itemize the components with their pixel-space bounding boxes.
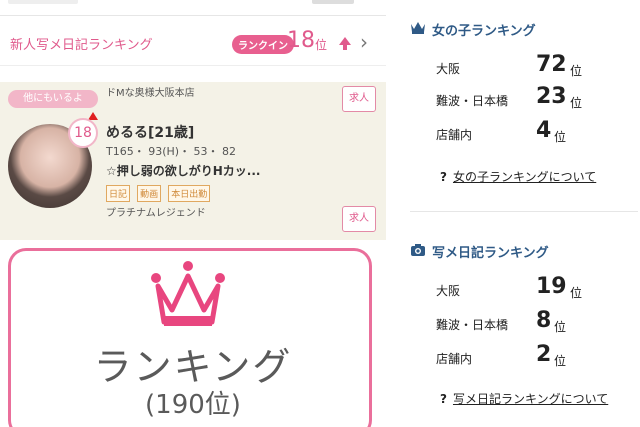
section-title: 女の子ランキング (432, 24, 536, 39)
ranking-row-label: 新人写メ日記ランキング (10, 38, 153, 53)
crown-icon (151, 261, 225, 326)
section-title: 写メ日記ランキング (432, 246, 549, 261)
photo-diary-ranking-section: 写メ日記ランキング 大阪 19 位 難波・日本橋 8 位 店舗内 2 位 ? 写メ… (400, 240, 640, 406)
avatar-rank-badge: 18 (68, 118, 98, 148)
rank-label: 大阪 (436, 284, 461, 298)
rank-unit: 位 (554, 320, 567, 334)
girl-card[interactable]: ドMな奥様大阪本店 他にもいるよ 求人 18 めるる[21歳] T165・ 93… (0, 82, 386, 240)
cropped-text (8, 0, 78, 4)
about-link[interactable]: 女の子ランキングについて (453, 170, 596, 184)
girl-name[interactable]: めるる[21歳] (106, 122, 194, 142)
rank-value: 23 (536, 84, 567, 109)
left-panel: 新人写メ日記ランキング ランクイン 18 位 › ドMな奥様大阪本店 他にもいる… (0, 0, 386, 427)
recruit-button[interactable]: 求人 (342, 206, 376, 232)
rank-number: 18 (287, 28, 315, 53)
right-panel: 女の子ランキング 大阪 72 位 難波・日本橋 23 位 店舗内 4 位 ? 女の… (400, 0, 640, 427)
girl-comment: ☆押し弱の欲しがりHカッ... (106, 164, 261, 178)
others-button[interactable]: 他にもいるよ (8, 90, 98, 108)
crown-icon (411, 22, 425, 34)
rank-row-store: 店舗内 4 位 (436, 118, 636, 144)
rank-label: 店舗内 (436, 352, 473, 366)
about-link[interactable]: 写メ日記ランキングについて (453, 392, 608, 406)
rank-label: 店舗内 (436, 128, 473, 142)
rank-unit: 位 (554, 130, 567, 144)
rank-value: 72 (536, 52, 567, 77)
question-icon: ? (440, 392, 447, 406)
question-icon: ? (440, 170, 447, 184)
rank-label: 難波・日本橋 (436, 94, 509, 108)
rank-row-osaka: 大阪 72 位 (436, 52, 636, 78)
tag-video: 動画 (137, 185, 162, 202)
rank-row-namba: 難波・日本橋 8 位 (436, 308, 636, 334)
rank-row-namba: 難波・日本橋 23 位 (436, 84, 636, 110)
rank-unit: 位 (570, 64, 583, 78)
girl-ranking-section: 女の子ランキング 大阪 72 位 難波・日本橋 23 位 店舗内 4 位 ? 女の… (400, 18, 640, 184)
top-strip (0, 0, 386, 16)
tag-diary: 日記 (106, 185, 131, 202)
rank-value: 8 (536, 308, 552, 333)
banner-subtitle: (190位) (145, 390, 241, 420)
rank-label: 難波・日本橋 (436, 318, 509, 332)
rank-in-badge: ランクイン (232, 35, 294, 54)
chevron-right-icon[interactable]: › (360, 30, 368, 54)
rank-unit: 位 (315, 38, 328, 52)
rank-value: 4 (536, 118, 552, 143)
cropped-text (312, 0, 354, 4)
rank-title: プラチナムレジェンド (106, 208, 206, 219)
section-header: 写メ日記ランキング (400, 240, 640, 264)
rank-unit: 位 (570, 96, 583, 110)
rank-value: 2 (536, 342, 552, 367)
arrow-up-icon (339, 37, 351, 50)
camera-icon (411, 244, 425, 256)
section-header: 女の子ランキング (400, 18, 640, 42)
divider (410, 211, 638, 212)
rank-label: 大阪 (436, 62, 461, 76)
rank-unit: 位 (570, 286, 583, 300)
rank-row-store: 店舗内 2 位 (436, 342, 636, 368)
about-photo-diary-ranking[interactable]: ? 写メ日記ランキングについて (440, 390, 608, 407)
recruit-button[interactable]: 求人 (342, 86, 376, 112)
girl-stats: T165・ 93(H)・ 53・ 82 (106, 145, 237, 158)
rank-value: 19 (536, 274, 567, 299)
ranking-banner[interactable]: ランキング (190位) (0, 246, 386, 427)
new-diary-ranking-row[interactable]: 新人写メ日記ランキング ランクイン 18 位 › (0, 20, 386, 66)
tag-today: 本日出勤 (168, 185, 211, 202)
rank-unit: 位 (554, 354, 567, 368)
tag-list: 日記 動画 本日出勤 (106, 182, 212, 202)
banner-title: ランキング (93, 345, 293, 389)
rank-row-osaka: 大阪 19 位 (436, 274, 636, 300)
shop-name: ドMな奥様大阪本店 (106, 88, 195, 99)
about-girl-ranking[interactable]: ? 女の子ランキングについて (440, 168, 596, 185)
